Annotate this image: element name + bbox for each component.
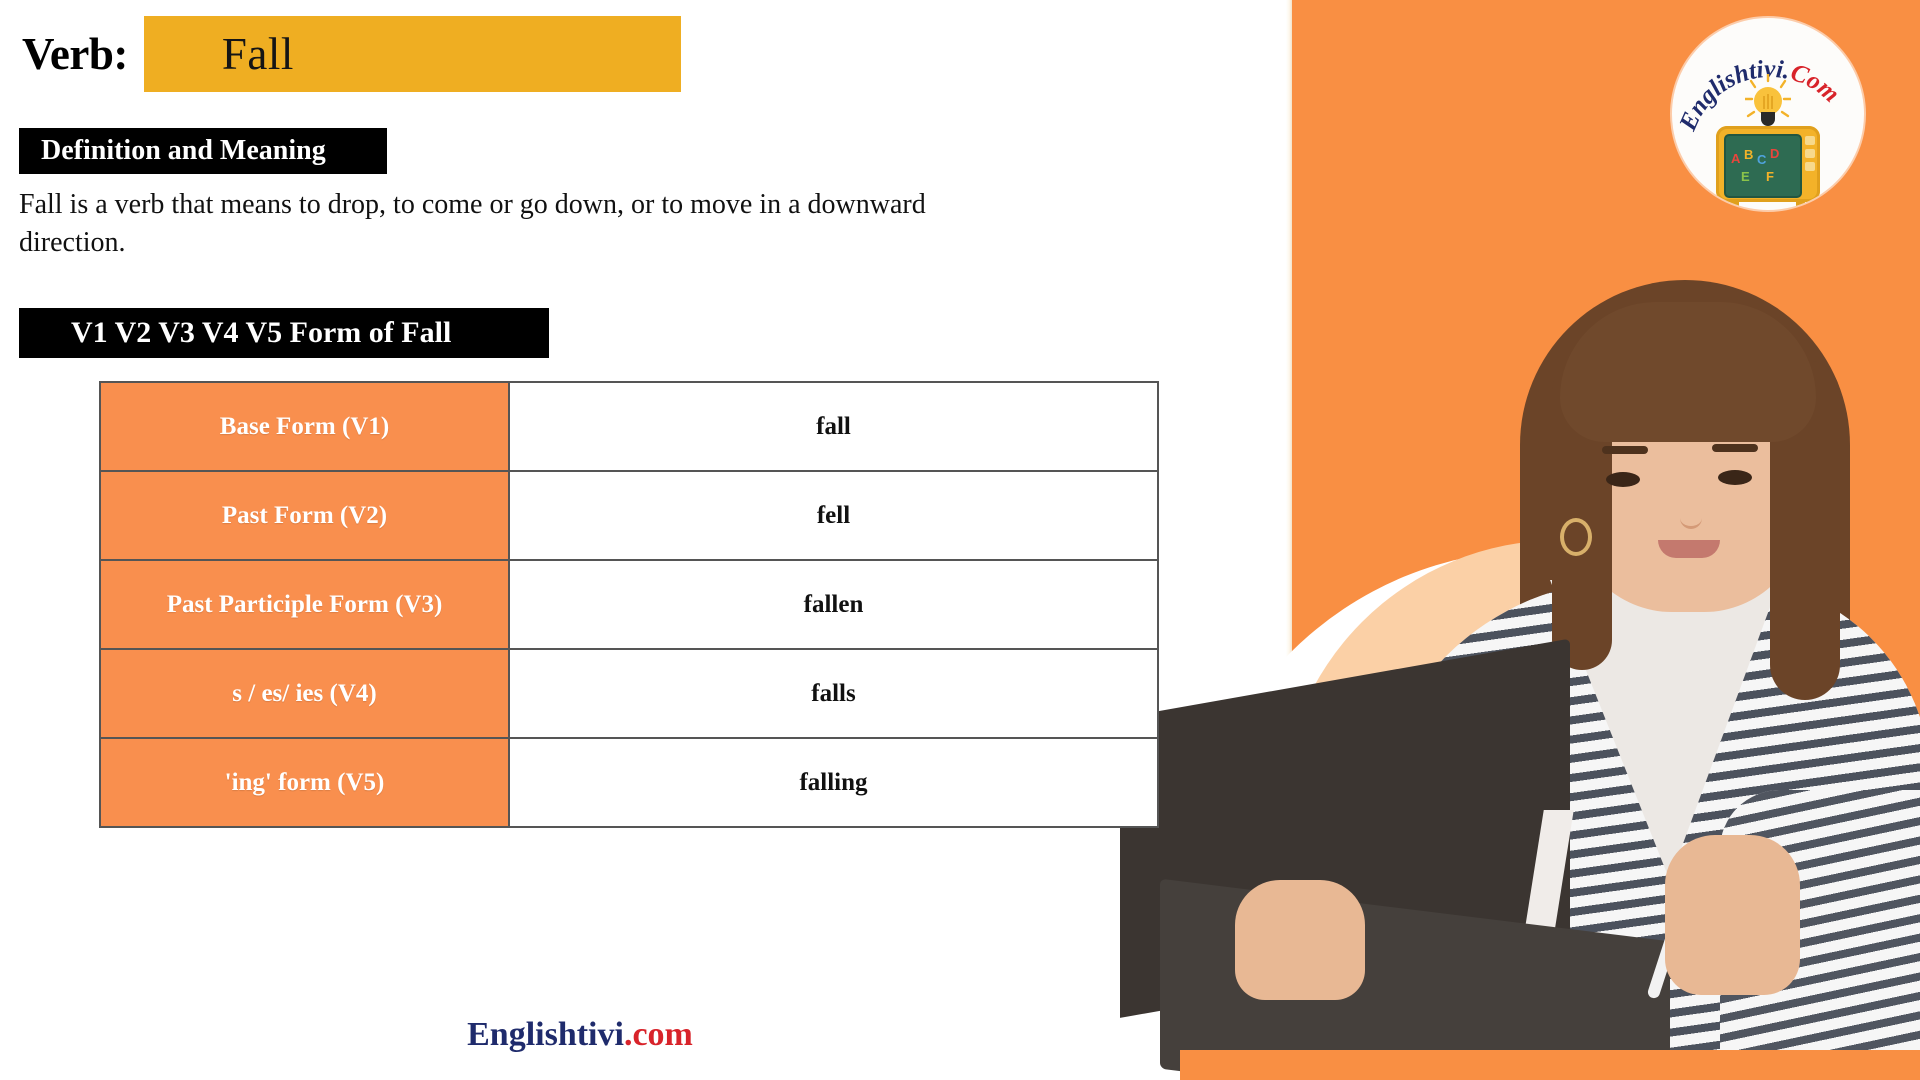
row-value: fell — [508, 470, 1159, 561]
table-row: Past Form (V2) fell — [99, 470, 1159, 561]
verb-word-box: Fall — [143, 16, 681, 92]
verb-forms-table: Base Form (V1) fall Past Form (V2) fell … — [99, 381, 1159, 828]
verb-label: Verb: — [22, 29, 128, 79]
row-label: Past Form (V2) — [99, 470, 510, 561]
row-value: falling — [508, 737, 1159, 828]
tv-knobs — [1805, 136, 1815, 190]
tv-icon: A B C D E F — [1716, 126, 1820, 209]
verb-heading: Verb: Fall — [22, 16, 681, 92]
table-row: Past Participle Form (V3) fallen — [99, 559, 1159, 650]
definition-section-tag: Definition and Meaning — [19, 128, 387, 174]
verb-word: Fall — [221, 29, 294, 79]
lightbulb-icon — [1745, 74, 1791, 126]
row-label: 'ing' form (V5) — [99, 737, 510, 828]
logo-arc-secondary: Com — [1787, 59, 1844, 108]
row-label: s / es/ ies (V4) — [99, 648, 510, 739]
table-row: Base Form (V1) fall — [99, 381, 1159, 472]
englishtivi-logo[interactable]: Englishtivi. Com A B C D E F — [1672, 18, 1864, 210]
footer-brand: Englishtivi.com — [0, 1016, 1160, 1054]
definition-text: Fall is a verb that means to drop, to co… — [19, 189, 926, 259]
row-value: fallen — [508, 559, 1159, 650]
footer-brand-name: Englishtivi — [467, 1016, 624, 1053]
lesson-card: Englishtivi. Com A B C D E F Verb: Fall … — [0, 0, 1920, 1080]
row-value: fall — [508, 381, 1159, 472]
row-value: falls — [508, 648, 1159, 739]
table-row: 'ing' form (V5) falling — [99, 737, 1159, 828]
footer-brand-tld: .com — [623, 1016, 693, 1053]
row-label: Past Participle Form (V3) — [99, 559, 510, 650]
tv-legs — [1716, 201, 1820, 209]
tv-screen: A B C D E F — [1724, 134, 1802, 198]
svg-text:Com: Com — [1787, 59, 1844, 108]
table-row: s / es/ ies (V4) falls — [99, 648, 1159, 739]
row-label: Base Form (V1) — [99, 381, 510, 472]
forms-section-tag: V1 V2 V3 V4 V5 Form of Fall — [19, 308, 549, 358]
